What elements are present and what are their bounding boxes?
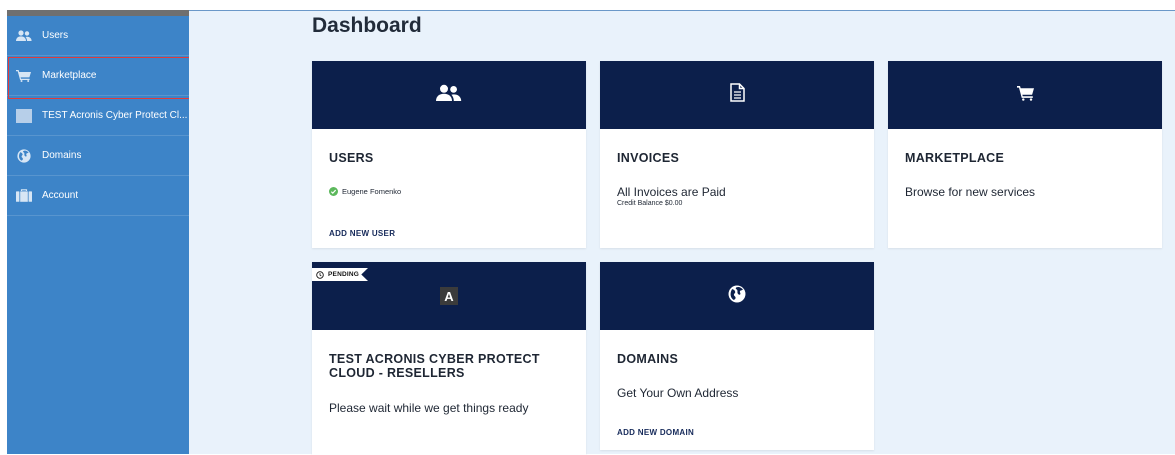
- pending-badge: PENDING: [312, 268, 369, 281]
- user-status-row: Eugene Fomenko: [329, 187, 401, 196]
- clock-icon: [316, 270, 324, 279]
- invoices-card-title: INVOICES: [617, 151, 680, 165]
- pending-badge-label: PENDING: [328, 271, 360, 278]
- acronis-logo-icon: A: [440, 287, 458, 305]
- sidebar-item-label: Marketplace: [42, 70, 97, 81]
- check-circle-icon: [329, 187, 338, 196]
- marketplace-card-title: MARKETPLACE: [905, 151, 1005, 165]
- sidebar-item-label: TEST Acronis Cyber Protect Cl...: [42, 110, 188, 121]
- users-icon: [436, 84, 462, 107]
- invoices-card[interactable]: INVOICES All Invoices are Paid Credit Ba…: [600, 61, 874, 248]
- acronis-card-body: TEST ACRONIS CYBER PROTECT CLOUD - RESEL…: [312, 330, 586, 455]
- users-card-header: [312, 61, 586, 129]
- acronis-logo-letter: A: [444, 288, 454, 304]
- sidebar-item-marketplace[interactable]: Marketplace: [7, 56, 189, 96]
- users-icon: [15, 28, 33, 44]
- add-new-user-link[interactable]: ADD NEW USER: [329, 229, 395, 238]
- document-icon: [729, 83, 745, 107]
- domains-card[interactable]: DOMAINS Get Your Own Address ADD NEW DOM…: [600, 262, 874, 450]
- sidebar: Users Marketplace TEST Acronis Cyber Pro…: [7, 10, 189, 454]
- domains-card-body: DOMAINS Get Your Own Address ADD NEW DOM…: [600, 330, 874, 450]
- acronis-title-line2: CLOUD - RESELLERS: [329, 366, 465, 380]
- marketplace-description: Browse for new services: [905, 185, 1036, 199]
- domains-card-header: [600, 262, 874, 330]
- square-icon: [15, 108, 33, 124]
- users-card-body: USERS Eugene Fomenko ADD NEW USER: [312, 129, 586, 248]
- globe-icon: [728, 285, 746, 308]
- add-new-domain-link[interactable]: ADD NEW DOMAIN: [617, 428, 694, 437]
- acronis-status-text: Please wait while we get things ready: [329, 401, 529, 415]
- sidebar-item-users[interactable]: Users: [7, 16, 189, 56]
- sidebar-item-label: Account: [42, 190, 79, 201]
- users-card-title: USERS: [329, 151, 374, 165]
- briefcase-icon: [15, 188, 33, 204]
- invoices-status: All Invoices are Paid: [617, 185, 726, 199]
- invoices-card-body: INVOICES All Invoices are Paid Credit Ba…: [600, 129, 874, 248]
- sidebar-item-label: Users: [42, 30, 69, 41]
- acronis-card[interactable]: PENDING A TEST ACRONIS CYBER PROTECT CLO…: [312, 262, 586, 455]
- marketplace-card-header: [888, 61, 1162, 129]
- credit-balance: Credit Balance $0.00: [617, 200, 683, 207]
- acronis-card-title: TEST ACRONIS CYBER PROTECT CLOUD - RESEL…: [329, 352, 540, 380]
- domains-description: Get Your Own Address: [617, 386, 739, 400]
- page-title: Dashboard: [312, 14, 422, 37]
- marketplace-card[interactable]: MARKETPLACE Browse for new services: [888, 61, 1162, 248]
- cart-icon: [15, 68, 33, 84]
- sidebar-item-label: Domains: [42, 150, 82, 161]
- sidebar-item-acronis[interactable]: TEST Acronis Cyber Protect Cl...: [7, 96, 189, 136]
- domains-card-title: DOMAINS: [617, 352, 679, 366]
- marketplace-card-body: MARKETPLACE Browse for new services: [888, 129, 1162, 248]
- user-name: Eugene Fomenko: [342, 187, 402, 196]
- globe-icon: [15, 148, 33, 164]
- acronis-card-header: PENDING A: [312, 262, 586, 330]
- main-content: Dashboard USERS Eugene Fomenko ADD NEW U…: [189, 10, 1175, 455]
- users-card[interactable]: USERS Eugene Fomenko ADD NEW USER: [312, 61, 586, 248]
- invoices-card-header: [600, 61, 874, 129]
- acronis-title-line1: TEST ACRONIS CYBER PROTECT: [329, 352, 540, 366]
- sidebar-item-account[interactable]: Account: [7, 176, 189, 216]
- sidebar-item-domains[interactable]: Domains: [7, 136, 189, 176]
- cart-icon: [1016, 85, 1034, 106]
